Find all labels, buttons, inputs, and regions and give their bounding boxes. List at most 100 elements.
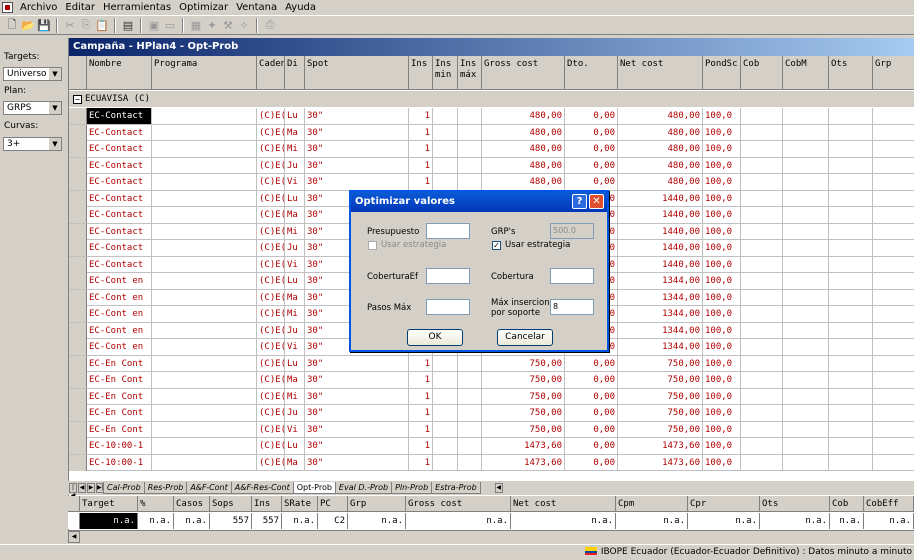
- cell-empty[interactable]: [783, 438, 829, 454]
- cell-nombre[interactable]: EC-10:00-1: [87, 454, 152, 471]
- cell-cadena[interactable]: (C)E(: [257, 141, 285, 157]
- cell-pond[interactable]: 100,0: [703, 421, 741, 438]
- cell-empty[interactable]: [873, 207, 914, 223]
- summary-value-cell[interactable]: n.a.: [511, 513, 616, 529]
- row-header[interactable]: [69, 273, 87, 289]
- next-tab-icon[interactable]: ▶: [87, 483, 95, 493]
- cell-empty[interactable]: [873, 290, 914, 306]
- cell-empty[interactable]: [433, 421, 458, 438]
- cell-empty[interactable]: [873, 356, 914, 372]
- tab-estra-prob[interactable]: Estra-Prob: [431, 482, 481, 494]
- cell-nombre[interactable]: EC-En Cont: [87, 388, 152, 405]
- cell-spot[interactable]: 30": [305, 174, 409, 190]
- open-folder-icon[interactable]: 📂: [21, 18, 35, 32]
- cell-dia[interactable]: Vi: [285, 339, 305, 355]
- column-header[interactable]: Gross cost: [482, 56, 565, 90]
- cell-empty[interactable]: [829, 438, 873, 454]
- cell-gross[interactable]: 480,00: [482, 124, 565, 141]
- cell-cadena[interactable]: (C)E(: [257, 108, 285, 124]
- cell-empty[interactable]: [829, 339, 873, 355]
- cell-pond[interactable]: 100,0: [703, 273, 741, 289]
- cell-pond[interactable]: 100,0: [703, 306, 741, 322]
- cell-empty[interactable]: [873, 174, 914, 190]
- cell-ins[interactable]: 1: [409, 454, 433, 471]
- row-header[interactable]: [69, 256, 87, 273]
- cell-empty[interactable]: [741, 240, 783, 256]
- cell-net[interactable]: 1344,00: [618, 339, 703, 355]
- cell-empty[interactable]: [783, 405, 829, 421]
- tabs-scroll-left-icon[interactable]: ◀: [494, 483, 503, 493]
- cell-empty[interactable]: [829, 124, 873, 141]
- cell-nombre[interactable]: EC-Contact: [87, 240, 152, 256]
- tile-icon[interactable]: ▭: [163, 18, 177, 32]
- cell-ins[interactable]: 1: [409, 355, 433, 372]
- summary-header-cell[interactable]: Cpm: [616, 496, 688, 512]
- cell-dto[interactable]: 0,00: [565, 421, 618, 438]
- cell-empty[interactable]: [829, 421, 873, 438]
- cell-empty[interactable]: [829, 306, 873, 322]
- cell-nombre[interactable]: EC-Contact: [87, 108, 152, 124]
- tools-icon[interactable]: ⚒: [221, 18, 235, 32]
- column-header[interactable]: Programa: [152, 56, 257, 90]
- cell-empty[interactable]: [458, 372, 482, 388]
- summary-header-cell[interactable]: Ins: [252, 496, 282, 512]
- menu-herramientas[interactable]: Herramientas: [99, 2, 175, 13]
- cell-nombre[interactable]: EC-10:00-1: [87, 438, 152, 454]
- cell-nombre[interactable]: EC-Contact: [87, 190, 152, 207]
- cell-dto[interactable]: 0,00: [565, 124, 618, 141]
- cell-empty[interactable]: [873, 438, 914, 454]
- cell-empty[interactable]: [433, 388, 458, 405]
- cell-empty[interactable]: [873, 224, 914, 240]
- cell-cadena[interactable]: (C)E(: [257, 223, 285, 240]
- cell-empty[interactable]: [873, 108, 914, 124]
- cell-nombre[interactable]: EC-Cont en: [87, 322, 152, 339]
- cell-spot[interactable]: 30": [305, 108, 409, 124]
- cell-empty[interactable]: [783, 207, 829, 223]
- cell-pond[interactable]: 100,0: [703, 372, 741, 388]
- menu-ayuda[interactable]: Ayuda: [281, 2, 320, 13]
- cell-empty[interactable]: [741, 207, 783, 223]
- cell-cadena[interactable]: (C)E(: [257, 207, 285, 223]
- cell-empty[interactable]: [783, 421, 829, 438]
- summary-header-cell[interactable]: SRate: [282, 496, 318, 512]
- first-tab-icon[interactable]: |◀: [69, 483, 77, 499]
- row-header[interactable]: [69, 372, 87, 388]
- cell-empty[interactable]: [152, 322, 257, 339]
- cell-ins[interactable]: 1: [409, 141, 433, 157]
- table-row[interactable]: EC-En Cont (C)E(Mi 30" 1 750,00 0,00 750,00 100…: [69, 388, 914, 405]
- group-row[interactable]: − ECUAVISA (C): [69, 91, 914, 107]
- column-header[interactable]: PondSc: [703, 56, 741, 90]
- cell-empty[interactable]: [433, 141, 458, 157]
- cell-empty[interactable]: [458, 108, 482, 124]
- cell-nombre[interactable]: EC-Contact: [87, 157, 152, 174]
- cell-empty[interactable]: [783, 306, 829, 322]
- cell-empty[interactable]: [741, 405, 783, 421]
- cell-dia[interactable]: Ju: [285, 322, 305, 339]
- column-header[interactable]: Spot: [305, 56, 409, 90]
- cell-net[interactable]: 750,00: [618, 421, 703, 438]
- app-icon[interactable]: [2, 2, 13, 13]
- cell-empty[interactable]: [783, 454, 829, 471]
- cell-empty[interactable]: [829, 388, 873, 405]
- cell-empty[interactable]: [152, 207, 257, 223]
- cell-empty[interactable]: [873, 339, 914, 355]
- column-header[interactable]: Ins máx: [458, 56, 482, 90]
- tab-eval-d-prob[interactable]: Eval D.-Prob: [334, 482, 393, 494]
- menu-optimizar[interactable]: Optimizar: [175, 2, 232, 13]
- cell-empty[interactable]: [783, 388, 829, 405]
- cell-pond[interactable]: 100,0: [703, 190, 741, 207]
- summary-header-cell[interactable]: Target: [80, 496, 138, 512]
- cell-pond[interactable]: 100,0: [703, 240, 741, 256]
- cell-empty[interactable]: [829, 108, 873, 124]
- table-row[interactable]: EC-En Cont (C)E(Vi 30" 1 750,00 0,00 750,00 100…: [69, 421, 914, 438]
- new-file-icon[interactable]: 🗋: [5, 18, 19, 32]
- cell-empty[interactable]: [829, 289, 873, 306]
- cell-empty[interactable]: [741, 256, 783, 273]
- cell-empty[interactable]: [741, 454, 783, 471]
- cell-empty[interactable]: [829, 322, 873, 339]
- cell-cadena[interactable]: (C)E(: [257, 405, 285, 421]
- summary-header-cell[interactable]: Net cost: [511, 496, 616, 512]
- cancel-button[interactable]: Cancelar: [497, 329, 553, 346]
- cell-empty[interactable]: [783, 289, 829, 306]
- tab-a-f-cont[interactable]: A&F-Cont: [186, 482, 232, 494]
